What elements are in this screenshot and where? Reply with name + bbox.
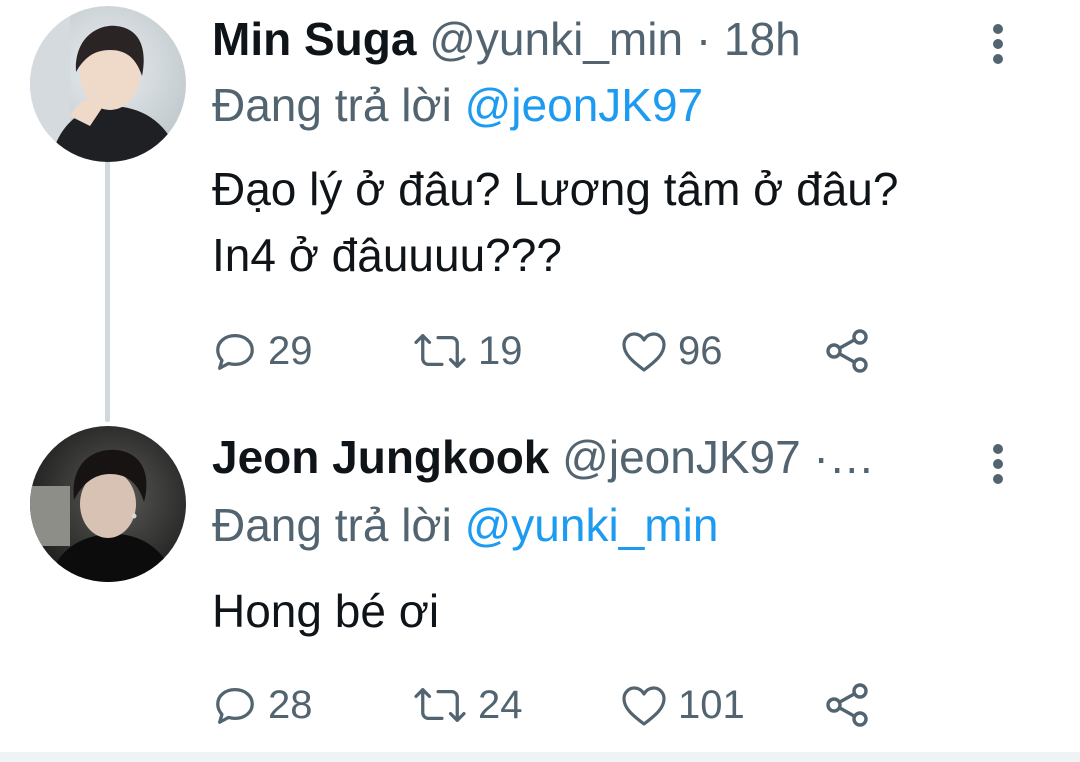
display-name[interactable]: Jeon Jungkook (212, 431, 549, 483)
avatar[interactable] (30, 6, 186, 162)
share-button[interactable] (824, 680, 872, 730)
more-vertical-icon (993, 39, 1003, 49)
retweet-button[interactable]: 19 (412, 326, 523, 376)
more-vertical-icon (993, 54, 1003, 64)
avatar[interactable] (30, 426, 186, 582)
tweet-text: Hong bé ơi (212, 585, 440, 637)
more-options-button[interactable] (978, 12, 1018, 72)
reply-button[interactable]: 28 (212, 680, 313, 730)
like-button[interactable]: 96 (620, 326, 723, 376)
replying-to-link[interactable]: @yunki_min (465, 499, 719, 551)
like-button[interactable]: 101 (620, 680, 745, 730)
avatar-photo (30, 426, 186, 582)
tweet-card[interactable]: Jeon Jungkook @jeonJK97 ·… Đang trả lời … (0, 410, 1080, 752)
bottom-divider (0, 752, 1080, 762)
separator-dot: ·… (813, 431, 875, 483)
more-vertical-icon (993, 24, 1003, 34)
user-handle[interactable]: @yunki_min (429, 13, 683, 65)
more-vertical-icon (993, 474, 1003, 484)
replying-to-link[interactable]: @jeonJK97 (465, 79, 704, 131)
tweet-header: Min Suga @yunki_min · 18h (212, 8, 801, 70)
tweet-header: Jeon Jungkook @jeonJK97 ·… (212, 426, 875, 488)
like-count: 96 (678, 329, 723, 373)
more-options-button[interactable] (978, 432, 1018, 492)
retweet-count: 24 (478, 683, 523, 727)
retweet-icon (414, 334, 466, 368)
reply-button[interactable]: 29 (212, 326, 313, 376)
more-vertical-icon (993, 459, 1003, 469)
share-button[interactable] (824, 326, 872, 376)
tweet-text: Đạo lý ở đâu? Lương tâm ở đâu? In4 ở đâu… (212, 163, 899, 281)
separator-dot: · (695, 13, 712, 65)
reply-icon (216, 334, 254, 370)
heart-icon (622, 332, 666, 372)
user-handle[interactable]: @jeonJK97 (562, 431, 801, 483)
tweet-actions: 29 19 96 (212, 326, 912, 376)
more-vertical-icon (993, 444, 1003, 454)
display-name[interactable]: Min Suga (212, 13, 416, 65)
replying-to: Đang trả lời @yunki_min (212, 494, 718, 556)
replying-to: Đang trả lời @jeonJK97 (212, 74, 703, 136)
tweet-actions: 28 24 101 (212, 680, 912, 730)
heart-icon (622, 686, 666, 726)
timestamp[interactable]: 18h (724, 13, 801, 65)
replying-to-label: Đang trả lời (212, 79, 452, 131)
retweet-icon (414, 688, 466, 722)
reply-icon (216, 688, 254, 724)
retweet-count: 19 (478, 329, 523, 373)
like-count: 101 (678, 683, 745, 727)
replying-to-label: Đang trả lời (212, 499, 452, 551)
share-icon (826, 329, 868, 373)
share-icon (826, 683, 868, 727)
reply-count: 29 (268, 329, 313, 373)
reply-count: 28 (268, 683, 313, 727)
avatar-photo (30, 6, 186, 162)
retweet-button[interactable]: 24 (412, 680, 523, 730)
tweet-card[interactable]: Min Suga @yunki_min · 18h Đang trả lời @… (0, 0, 1080, 400)
